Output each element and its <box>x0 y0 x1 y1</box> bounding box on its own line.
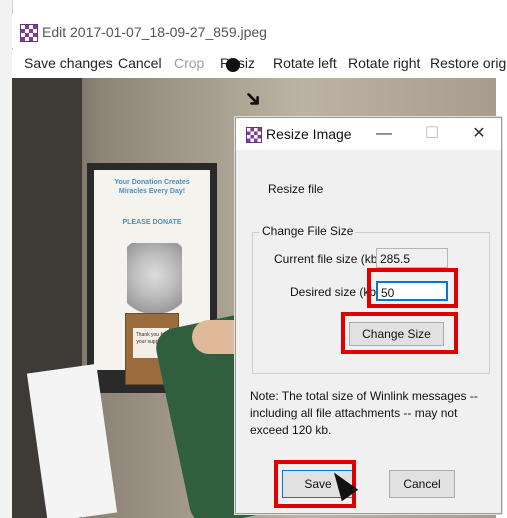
menu-crop: Crop <box>174 55 205 71</box>
size-note: Note: The total size of Winlink messages… <box>250 389 478 437</box>
screen: Edit 2017-01-07_18-09-27_859.jpeg Save c… <box>0 0 507 518</box>
menu-restore-original[interactable]: Restore original <box>430 55 507 71</box>
menu-rotate-left[interactable]: Rotate left <box>273 55 337 71</box>
group-label: Change File Size <box>260 224 356 238</box>
menu-rotate-right[interactable]: Rotate right <box>348 55 420 71</box>
menu-save-changes[interactable]: Save changes <box>24 55 113 71</box>
current-size-label: Current file size (kb): <box>274 252 385 266</box>
resize-file-label: Resize file <box>268 182 324 196</box>
dialog-titlebar: Resize Image — ☐ ✕ <box>236 118 501 150</box>
pointer-pin-icon <box>226 58 240 72</box>
current-size-field: 285.5 <box>376 248 448 268</box>
highlight-change-size <box>341 312 458 354</box>
dialog-title: Resize Image <box>266 126 352 142</box>
maximize-icon: ☐ <box>424 125 440 142</box>
window-titlebar: Edit 2017-01-07_18-09-27_859.jpeg <box>12 14 507 48</box>
cancel-button[interactable]: Cancel <box>389 470 455 498</box>
resize-image-dialog: Resize Image — ☐ ✕ Resize file Change Fi… <box>235 117 502 514</box>
highlight-desired-size <box>367 268 458 308</box>
window-title: Edit 2017-01-07_18-09-27_859.jpeg <box>42 24 267 40</box>
poster-dog-image <box>127 243 182 323</box>
app-checker-icon <box>20 24 38 42</box>
dialog-checker-icon <box>246 127 262 143</box>
poster-title: Your Donation Creates Miracles Every Day… <box>114 179 190 226</box>
menu-cancel[interactable]: Cancel <box>118 55 162 71</box>
menu-bar: Save changes Cancel Crop Resize Rotate l… <box>12 50 507 78</box>
close-icon[interactable]: ✕ <box>461 121 497 147</box>
minimize-icon[interactable]: — <box>366 121 402 147</box>
